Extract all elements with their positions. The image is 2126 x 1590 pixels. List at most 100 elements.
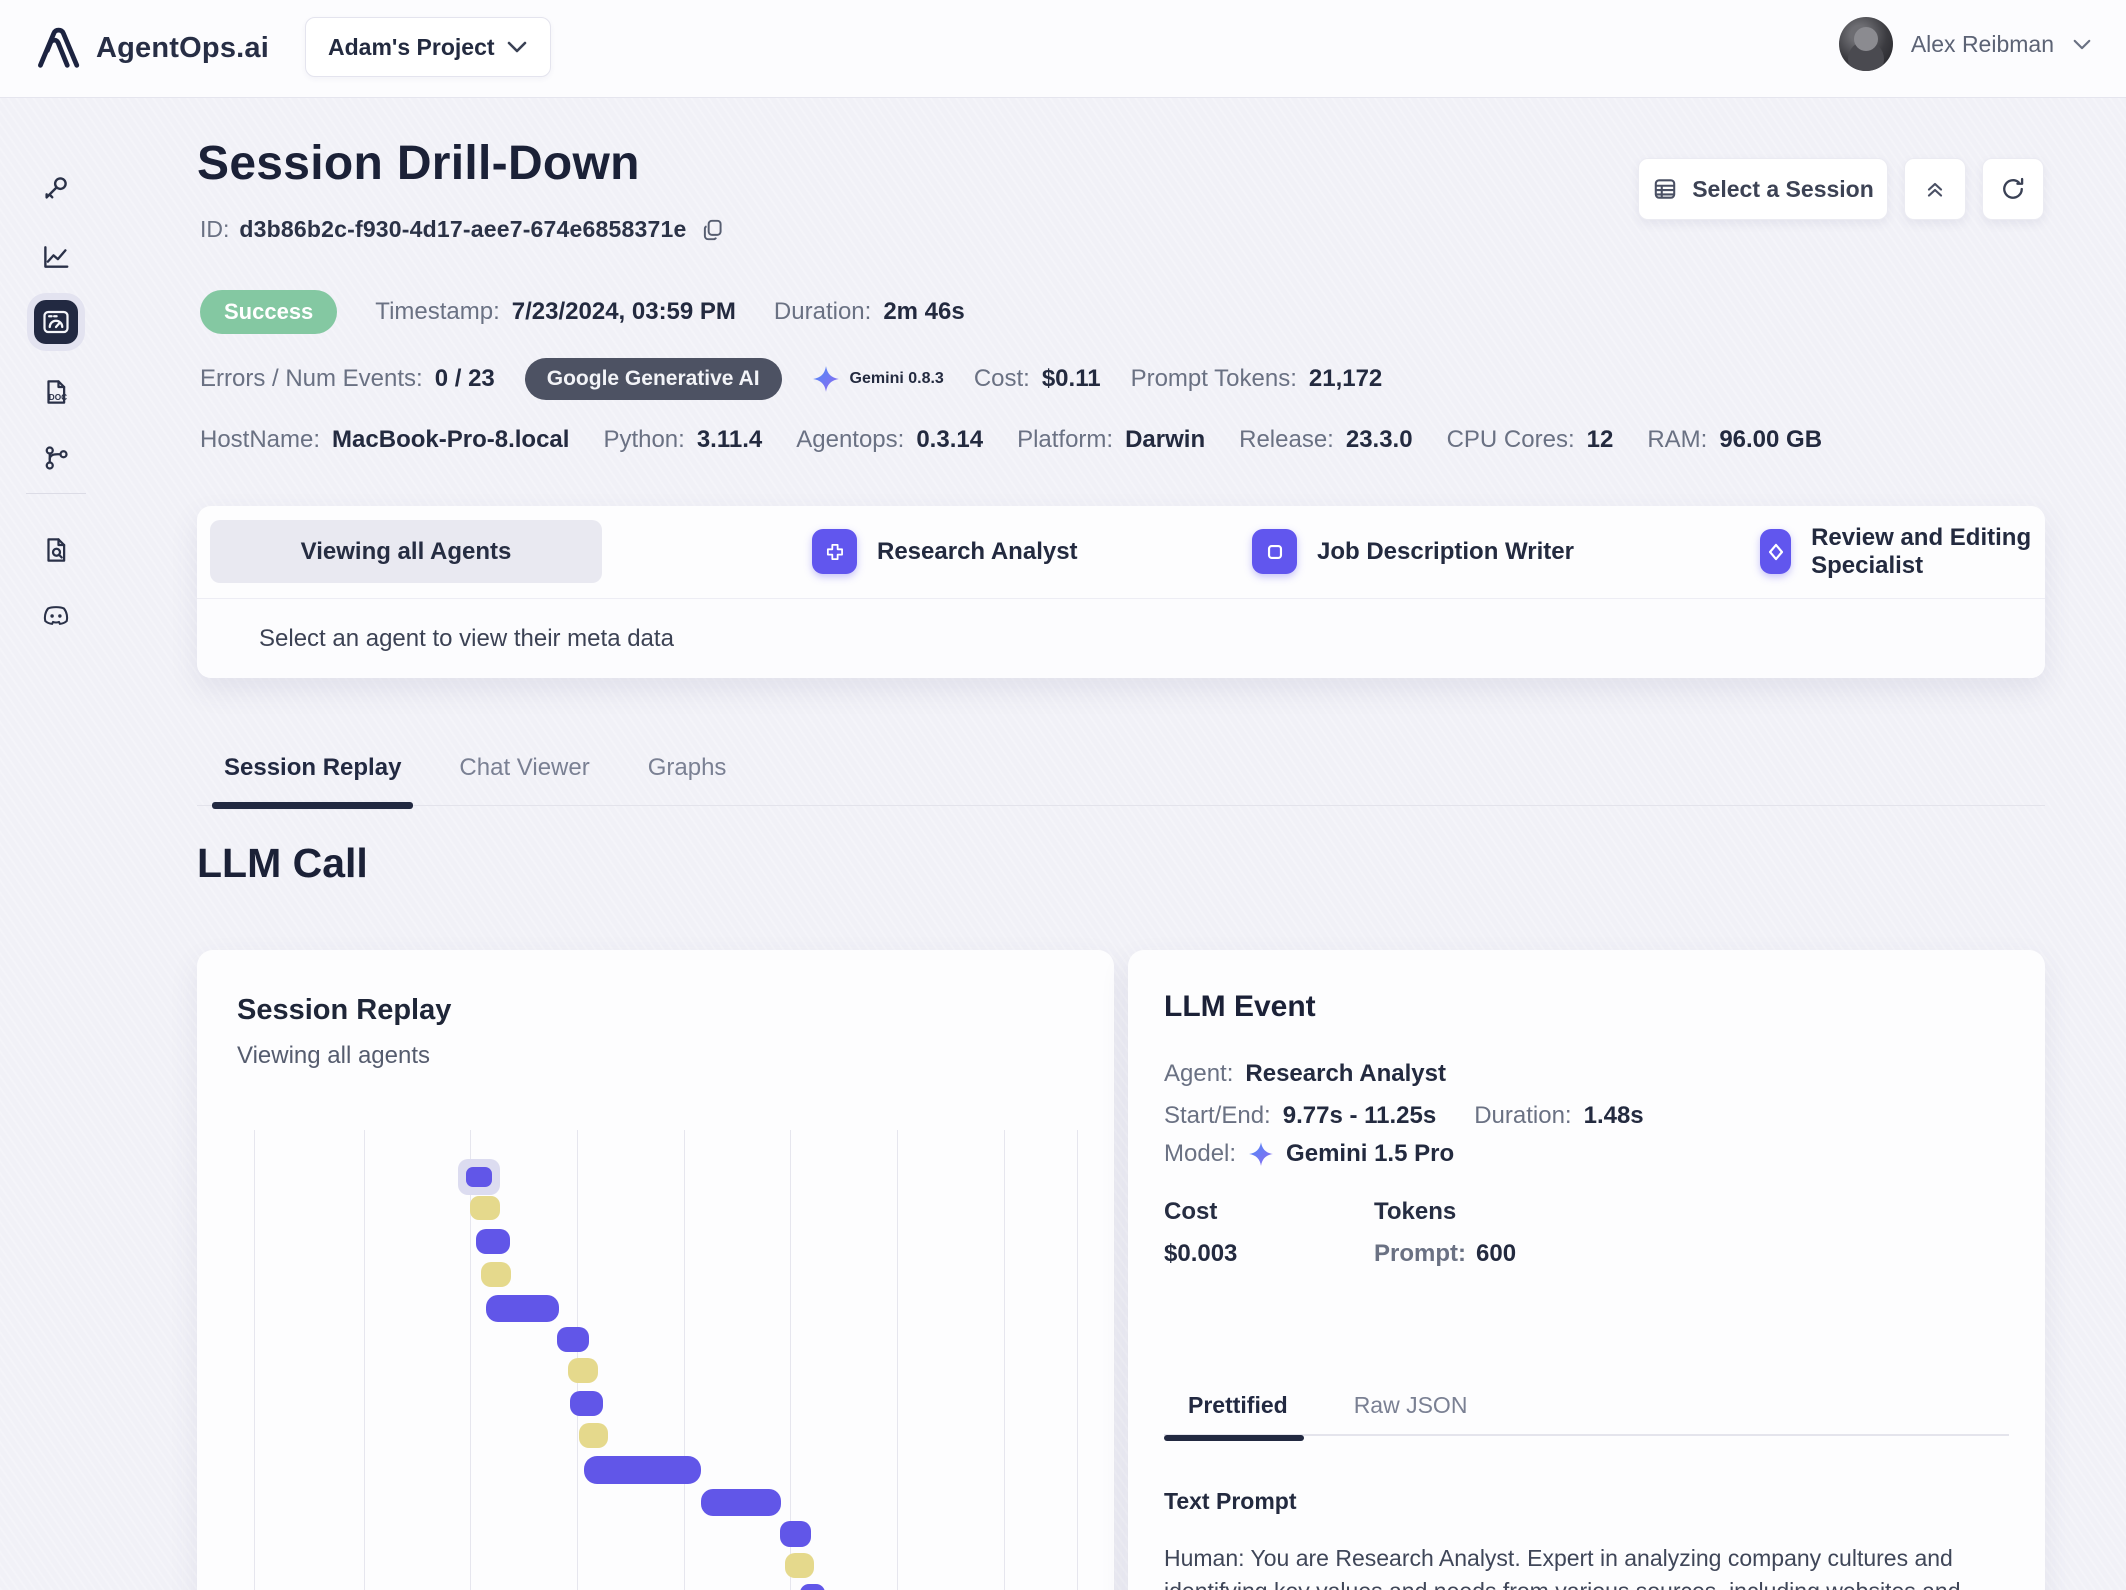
copy-icon[interactable] — [700, 217, 726, 243]
tab-agent-research-analyst[interactable]: Research Analyst — [812, 520, 1078, 583]
agentops-logo-icon — [30, 20, 82, 76]
sidebar-item-session-drilldown[interactable] — [34, 300, 78, 344]
model-row: Model: Gemini 1.5 Pro — [1164, 1140, 1454, 1168]
chart-gridline — [1004, 1130, 1005, 1590]
cross-badge-icon — [812, 529, 857, 574]
llm-event-title: LLM Event — [1164, 990, 1316, 1023]
discord-icon — [40, 601, 72, 631]
collapse-button[interactable] — [1904, 158, 1966, 220]
event-prompt-value: 600 — [1476, 1240, 1517, 1267]
diamond-badge-icon — [1760, 529, 1792, 574]
chart-gridline — [364, 1130, 365, 1590]
release-value: 23.3.0 — [1345, 426, 1413, 453]
tab-viewing-all-agents[interactable]: Viewing all Agents — [210, 520, 602, 583]
tab-graphs[interactable]: Graphs — [648, 746, 727, 805]
gantt-bar-tool[interactable] — [470, 1196, 500, 1220]
project-selector-label: Adam's Project — [328, 33, 495, 60]
sidebar-item-docs[interactable]: DOC — [34, 370, 78, 414]
gantt-bar-llm[interactable] — [466, 1167, 492, 1187]
prompt-tokens-value: 21,172 — [1308, 365, 1383, 392]
gantt-bar-tool[interactable] — [568, 1358, 598, 1383]
chart-gridline — [897, 1130, 898, 1590]
sidebar-item-api-keys[interactable] — [34, 166, 78, 210]
sidebar-item-analytics[interactable] — [34, 234, 78, 278]
gantt-bar-llm[interactable] — [557, 1327, 589, 1352]
session-id-value: d3b86b2c-f930-4d17-aee7-674e6858371e — [239, 216, 687, 242]
text-prompt-heading: Text Prompt — [1164, 1488, 1297, 1514]
main-content: Session Drill-Down Select a Session ID: … — [112, 98, 2126, 1590]
doc-file-icon: DOC — [41, 377, 71, 407]
timestamp-label: Timestamp: — [375, 298, 500, 325]
gantt-bar-tool[interactable] — [785, 1553, 814, 1578]
python-value: 3.11.4 — [696, 426, 763, 453]
ram-label: RAM: — [1647, 426, 1708, 453]
startend-value: 9.77s - 11.25s — [1282, 1102, 1437, 1129]
gantt-bar-llm[interactable] — [570, 1391, 603, 1416]
session-replay-card: Session Replay Viewing all agents — [197, 950, 1114, 1590]
duration-label: Duration: — [773, 298, 872, 325]
gantt-bar-llm[interactable] — [780, 1521, 811, 1547]
sidebar-item-file-search[interactable] — [34, 528, 78, 572]
gantt-bar-tool[interactable] — [579, 1423, 608, 1448]
model-badge: Gemini 0.8.3 — [849, 370, 944, 387]
status-row: Success Timestamp: 7/23/2024, 03:59 PM D… — [200, 290, 965, 334]
text-prompt-body: Human: You are Research Analyst. Expert … — [1164, 1542, 2005, 1590]
release-label: Release: — [1239, 426, 1334, 453]
rail-divider — [26, 493, 86, 494]
host-row: HostName: MacBook-Pro-8.local Python: 3.11… — [200, 426, 1822, 454]
event-cost-label: Cost — [1164, 1198, 1218, 1225]
chevron-down-icon — [2072, 38, 2092, 51]
tab-chat-viewer[interactable]: Chat Viewer — [459, 746, 589, 805]
python-label: Python: — [603, 426, 685, 453]
session-id-label: ID: — [200, 216, 230, 242]
agents-tabs: Viewing all Agents Research Analyst Job … — [197, 506, 2045, 598]
brand-name: AgentOps.ai — [96, 31, 269, 64]
event-model-label: Model: — [1164, 1140, 1237, 1167]
page-title: Session Drill-Down — [197, 137, 640, 190]
top-header: AgentOps.ai Adam's Project Alex Reibman — [0, 0, 2126, 98]
ram-value: 96.00 GB — [1719, 426, 1823, 453]
gantt-bar-llm[interactable] — [486, 1295, 559, 1322]
key-icon — [41, 173, 71, 203]
tab-agent-review-editing-specialist[interactable]: Review and Editing Specialist — [1760, 520, 2045, 583]
event-duration-value: 1.48s — [1583, 1102, 1644, 1129]
gantt-bar-tool[interactable] — [481, 1262, 511, 1287]
svg-text:DOC: DOC — [49, 393, 67, 402]
chart-gridline — [254, 1130, 255, 1590]
gantt-bar-llm[interactable] — [476, 1229, 510, 1254]
select-session-label: Select a Session — [1692, 175, 1874, 202]
header-actions: Select a Session — [1638, 158, 2044, 220]
event-prompt-label: Prompt: — [1374, 1240, 1466, 1267]
agentops-value: 0.3.14 — [916, 426, 984, 453]
event-prompt-tokens: Prompt: 600 — [1374, 1240, 1516, 1268]
user-name: Alex Reibman — [1910, 30, 2054, 57]
tab-prettified[interactable]: Prettified — [1164, 1388, 1304, 1441]
gantt-bar-llm[interactable] — [701, 1489, 781, 1516]
tab-raw-json[interactable]: Raw JSON — [1354, 1388, 1468, 1434]
project-selector[interactable]: Adam's Project — [305, 17, 551, 77]
chevron-down-icon — [506, 40, 528, 54]
gantt-bar-llm[interactable] — [584, 1456, 701, 1484]
dashboard-gauge-icon — [41, 307, 71, 337]
gantt-bar-llm[interactable] — [800, 1584, 825, 1590]
session-id-row: ID: d3b86b2c-f930-4d17-aee7-674e6858371e — [200, 216, 726, 243]
tab-agent-job-description-writer[interactable]: Job Description Writer — [1252, 520, 1574, 583]
sidebar-item-pipelines[interactable] — [34, 436, 78, 480]
cost-value: $0.11 — [1041, 365, 1101, 392]
replay-card-subtitle: Viewing all agents — [237, 1042, 431, 1069]
prompt-tokens-label: Prompt Tokens: — [1130, 365, 1297, 392]
tab-session-replay[interactable]: Session Replay — [211, 746, 414, 809]
brand: AgentOps.ai — [30, 20, 269, 76]
select-session-button[interactable]: Select a Session — [1638, 158, 1888, 220]
llm-call-heading: LLM Call — [197, 840, 368, 886]
avatar — [1838, 17, 1893, 71]
agents-card: Viewing all Agents Research Analyst Job … — [197, 506, 2045, 678]
user-menu[interactable]: Alex Reibman — [1838, 17, 2092, 71]
prompt-paragraph: Human: You are Research Analyst. Expert … — [1164, 1545, 1961, 1590]
sidebar-item-discord[interactable] — [34, 594, 78, 638]
refresh-button[interactable] — [1982, 158, 2044, 220]
gemini-star-icon — [1248, 1141, 1274, 1167]
agent-value: Research Analyst — [1245, 1060, 1446, 1087]
hostname-value: MacBook-Pro-8.local — [332, 426, 570, 453]
event-duration-label: Duration: — [1474, 1102, 1572, 1129]
